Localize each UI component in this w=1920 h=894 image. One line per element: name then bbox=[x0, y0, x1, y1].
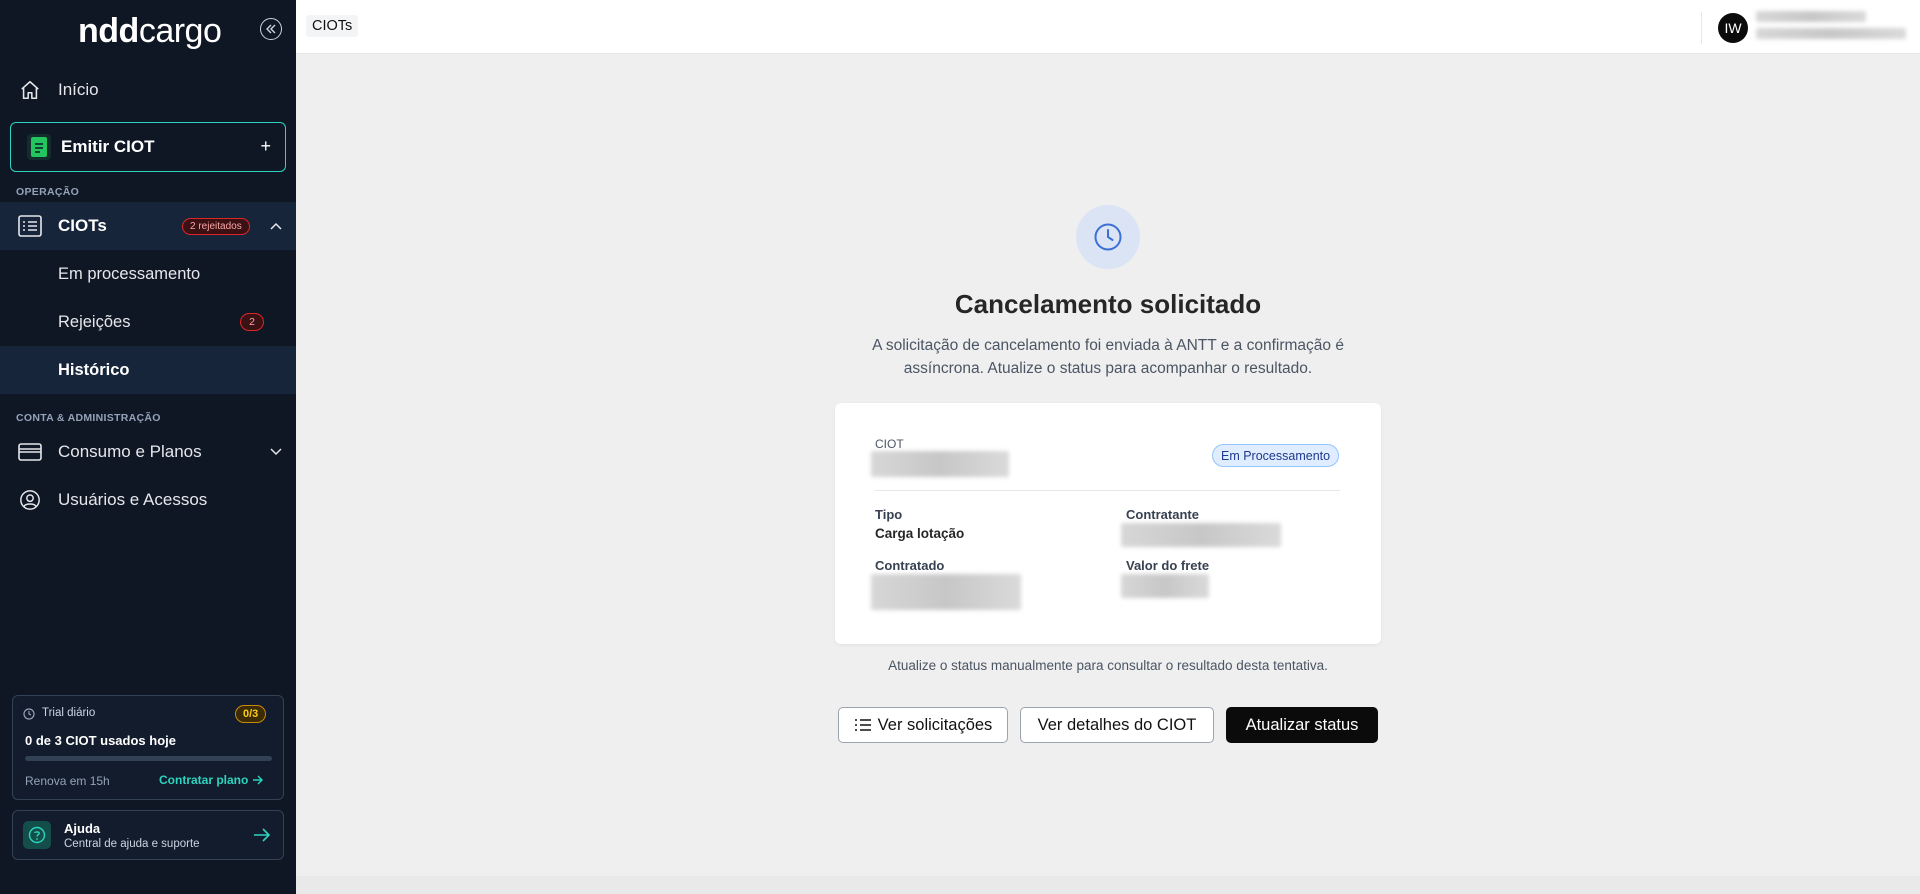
view-requests-label: Ver solicitações bbox=[877, 715, 993, 734]
top-bar: CIOTs IW bbox=[296, 0, 1920, 54]
status-badge: Em Processamento bbox=[1212, 444, 1340, 467]
view-requests-button[interactable]: Ver solicitações bbox=[838, 707, 1008, 743]
trial-renew-text: Renova em 15h bbox=[25, 774, 110, 788]
nav-ciots-label: CIOTs bbox=[58, 216, 107, 235]
ciot-number-redacted bbox=[871, 451, 1009, 477]
section-account-label: CONTA & ADMINISTRAÇÃO bbox=[16, 412, 161, 424]
ciot-label: CIOT bbox=[875, 437, 904, 451]
page-description: A solicitação de cancelamento foi enviad… bbox=[872, 337, 1344, 377]
emit-ciot-button[interactable]: Emitir CIOT + bbox=[10, 122, 286, 172]
logo: nddcargo bbox=[78, 12, 222, 50]
nav-ciots[interactable]: CIOTs 2 rejeitados bbox=[0, 202, 296, 250]
trial-title: Trial diário bbox=[42, 707, 96, 719]
section-operation-label: OPERAÇÃO bbox=[16, 186, 80, 198]
contratante-value-redacted bbox=[1121, 523, 1281, 547]
clock-icon bbox=[1094, 223, 1122, 251]
sidebar-item-label: Rejeições bbox=[58, 312, 131, 331]
nav-usuarios-label: Usuários e Acessos bbox=[58, 490, 208, 509]
contratado-label: Contratado bbox=[875, 558, 945, 573]
rejected-badge: 2 rejeitados bbox=[182, 217, 250, 235]
sidebar-item-em-processamento[interactable]: Em processamento bbox=[0, 250, 296, 298]
trial-usage-text: 0 de 3 CIOT usados hoje bbox=[25, 733, 176, 748]
sidebar: nddcargo Início Emitir CIOT + OPERAÇÃO C… bbox=[0, 0, 296, 894]
list-icon bbox=[854, 719, 871, 731]
trial-count-badge: 0/3 bbox=[235, 705, 267, 723]
emit-ciot-label: Emitir CIOT bbox=[61, 137, 155, 156]
rejections-count-badge: 2 bbox=[240, 313, 264, 331]
chevron-down-icon bbox=[270, 448, 282, 456]
valor-frete-label: Valor do frete bbox=[1126, 558, 1210, 573]
help-subtitle: Central de ajuda e suporte bbox=[64, 838, 200, 850]
breadcrumb[interactable]: CIOTs bbox=[306, 15, 359, 37]
help-button[interactable]: Ajuda Central de ajuda e suporte bbox=[12, 810, 284, 860]
trial-progress-bar bbox=[25, 756, 272, 761]
status-clock-badge bbox=[1076, 205, 1140, 269]
user-email-redacted bbox=[1756, 28, 1906, 39]
arrow-right-icon bbox=[254, 828, 271, 842]
home-icon bbox=[18, 78, 42, 102]
contratante-label: Contratante bbox=[1126, 507, 1199, 522]
plus-icon: + bbox=[260, 136, 271, 156]
contract-plan-label: Contratar plano bbox=[159, 773, 249, 787]
trial-panel: Trial diário 0/3 0 de 3 CIOT usados hoje… bbox=[12, 695, 284, 800]
chevron-up-icon bbox=[270, 222, 282, 230]
nav-consumo-label: Consumo e Planos bbox=[58, 442, 202, 461]
user-name-redacted bbox=[1756, 11, 1866, 22]
contratado-value-redacted bbox=[871, 574, 1021, 610]
refresh-status-button[interactable]: Atualizar status bbox=[1226, 707, 1378, 743]
sidebar-item-rejeicoes[interactable]: Rejeições 2 bbox=[0, 298, 296, 346]
view-details-label: Ver detalhes do CIOT bbox=[1037, 715, 1197, 734]
sidebar-item-label: Histórico bbox=[58, 360, 130, 379]
ciot-summary-card: CIOT Em Processamento Tipo Carga lotação… bbox=[835, 403, 1381, 644]
list-icon bbox=[18, 214, 42, 238]
collapse-sidebar-button[interactable] bbox=[260, 18, 282, 40]
manual-refresh-note: Atualize o status manualmente para consu… bbox=[888, 658, 1328, 673]
sidebar-item-label: Em processamento bbox=[58, 264, 201, 283]
window-bottom-edge bbox=[296, 876, 1920, 894]
double-chevron-left-icon bbox=[266, 24, 276, 34]
credit-card-icon bbox=[18, 440, 42, 464]
page-title: Cancelamento solicitado bbox=[954, 289, 1262, 319]
arrow-right-icon bbox=[252, 775, 263, 785]
nav-home[interactable]: Início bbox=[0, 66, 296, 114]
clock-icon bbox=[23, 708, 35, 720]
nav-usuarios-acessos[interactable]: Usuários e Acessos bbox=[0, 476, 296, 524]
nav-home-label: Início bbox=[58, 80, 99, 99]
user-circle-icon bbox=[18, 488, 42, 512]
refresh-status-label: Atualizar status bbox=[1245, 715, 1359, 734]
avatar[interactable]: IW bbox=[1718, 13, 1748, 43]
nav-consumo-planos[interactable]: Consumo e Planos bbox=[0, 428, 296, 476]
contract-plan-link[interactable]: Contratar plano bbox=[159, 773, 264, 787]
sidebar-item-historico[interactable]: Histórico bbox=[0, 346, 296, 394]
header-divider bbox=[1701, 12, 1702, 44]
document-icon bbox=[27, 134, 51, 160]
valor-frete-value-redacted bbox=[1121, 574, 1209, 598]
card-divider bbox=[875, 490, 1340, 491]
view-ciot-details-button[interactable]: Ver detalhes do CIOT bbox=[1020, 707, 1214, 743]
help-icon bbox=[23, 821, 51, 849]
tipo-value: Carga lotação bbox=[875, 526, 965, 541]
help-title: Ajuda bbox=[64, 821, 101, 836]
tipo-label: Tipo bbox=[875, 507, 903, 522]
